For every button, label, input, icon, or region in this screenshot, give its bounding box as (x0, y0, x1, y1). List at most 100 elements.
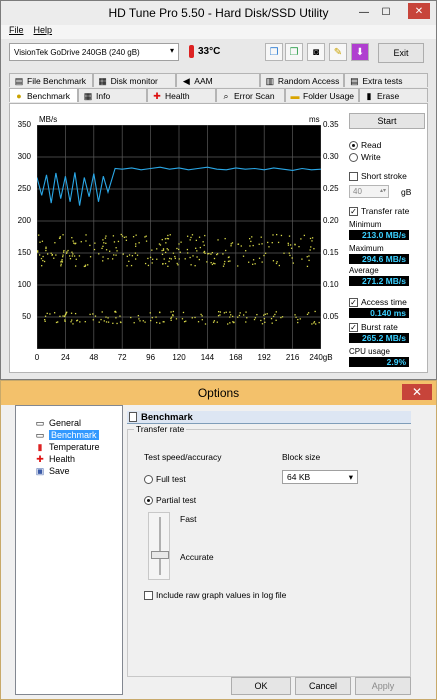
minimize-icon[interactable]: — (356, 5, 372, 19)
access-time-point (144, 236, 146, 238)
tab-extra-tests[interactable]: ▤ Extra tests (344, 73, 428, 87)
access-time-point (268, 246, 270, 248)
tree-item-save[interactable]: ▣ Save (34, 466, 70, 476)
menu-file[interactable]: File (9, 25, 24, 39)
partial-test-radio[interactable]: Partial test (144, 495, 196, 505)
access-time-point (62, 256, 64, 258)
slider-thumb[interactable] (151, 551, 169, 559)
tab-info[interactable]: ▦ Info (78, 88, 147, 102)
options-icon[interactable]: ✎ (329, 43, 347, 61)
access-time-point (41, 240, 44, 242)
y-tick-label: 150 (17, 248, 31, 257)
tab-random-access[interactable]: ▥ Random Access (259, 73, 345, 87)
full-test-radio[interactable]: Full test (144, 474, 186, 484)
access-time-point (190, 236, 192, 239)
tab-error-scan[interactable]: ⌕ Error Scan (216, 88, 285, 102)
access-time-point (264, 313, 266, 315)
short-stroke-checkbox[interactable]: Short stroke (349, 171, 407, 181)
accurate-label: Accurate (180, 552, 214, 562)
access-time-point (62, 254, 64, 256)
access-time-point (245, 250, 247, 252)
close-icon[interactable]: ✕ (408, 3, 430, 19)
access-time-point (71, 251, 73, 253)
ok-button[interactable]: OK (231, 677, 291, 695)
access-time-point (201, 315, 203, 317)
access-time-point (172, 310, 175, 313)
copy-info-icon[interactable]: ❐ (265, 43, 283, 61)
access-time-point (248, 261, 250, 263)
write-radio[interactable]: Write (349, 152, 381, 162)
access-time-point (278, 264, 281, 267)
tree-item-health[interactable]: ✚ Health (34, 454, 75, 464)
access-time-point (112, 322, 114, 324)
access-time-point (253, 318, 256, 321)
save-down-icon[interactable]: ⬇ (351, 43, 369, 61)
tab-folder-usage[interactable]: ▬ Folder Usage (285, 88, 360, 102)
access-time-point (228, 256, 230, 258)
page-icon: ▭ (35, 418, 45, 428)
access-time-point (162, 248, 165, 250)
tab-benchmark[interactable]: ● Benchmark (9, 88, 78, 102)
access-time-point (287, 242, 289, 245)
access-time-point (294, 243, 296, 245)
tree-item-general[interactable]: ▭ General (34, 418, 81, 428)
access-time-point (150, 319, 152, 322)
access-time-point (45, 246, 47, 248)
y-tick-label: 100 (17, 280, 31, 289)
tree-item-temperature[interactable]: ▮ Temperature (34, 442, 100, 452)
access-time-point (313, 248, 315, 250)
access-time-point (65, 252, 68, 254)
apply-button[interactable]: Apply (355, 677, 411, 695)
section-header: Benchmark (127, 411, 411, 424)
screenshot-camera-icon[interactable]: ◙ (307, 43, 325, 61)
exit-button[interactable]: Exit (378, 43, 424, 63)
tab-health[interactable]: ✚ Health (147, 88, 216, 102)
minimum-label: Minimum (349, 220, 382, 229)
temperature-indicator: 33°C (189, 45, 220, 58)
access-time-point (231, 242, 234, 244)
raw-values-checkbox[interactable]: Include raw graph values in log file (144, 590, 286, 600)
access-time-point (44, 318, 46, 321)
page-icon (129, 412, 137, 422)
access-time-point (313, 321, 316, 323)
drive-dropdown[interactable]: VisionTek GoDrive 240GB (240 gB) ▾ (9, 43, 179, 61)
x-tick-label: 24 (60, 353, 70, 362)
read-radio[interactable]: Read (349, 140, 381, 150)
access-time-point (189, 256, 191, 259)
x-tick-label: 72 (117, 353, 127, 362)
x-tick-label: 216 (285, 353, 300, 362)
access-time-point (311, 237, 314, 239)
block-size-dropdown[interactable]: 64 KB ▾ (282, 470, 358, 484)
access-time-point (107, 321, 110, 323)
access-time-point (69, 255, 71, 257)
speed-slider[interactable] (148, 512, 170, 580)
access-time-point (122, 253, 124, 255)
maximize-icon[interactable]: ☐ (378, 5, 394, 19)
cancel-button[interactable]: Cancel (295, 677, 351, 695)
tab-file-benchmark[interactable]: ▤ File Benchmark (9, 73, 93, 87)
tab-disk-monitor[interactable]: ▦ Disk monitor (92, 73, 177, 87)
access-time-point (53, 312, 56, 314)
close-icon[interactable]: ✕ (402, 384, 432, 400)
tab-erase[interactable]: ▮ Erase (359, 88, 429, 102)
menu-help[interactable]: Help (34, 25, 53, 39)
transfer-rate-checkbox[interactable]: ✓ Transfer rate (349, 206, 409, 216)
burst-rate-checkbox[interactable]: ✓ Burst rate (349, 322, 398, 332)
access-time-point (69, 257, 72, 260)
access-time-point (159, 322, 161, 324)
access-time-point (62, 315, 64, 317)
access-time-checkbox[interactable]: ✓ Access time (349, 297, 407, 307)
access-time-point (206, 261, 208, 263)
start-button[interactable]: Start (349, 113, 425, 129)
access-time-point (71, 319, 73, 321)
access-time-point (73, 255, 76, 257)
tab-aam[interactable]: ◀ AAM (176, 73, 260, 87)
copy-screen-icon[interactable]: ❐ (285, 43, 303, 61)
access-time-point (162, 321, 164, 323)
access-time-point (307, 312, 310, 314)
y2-tick-label: 0.30 (323, 152, 339, 161)
access-time-point (270, 317, 273, 320)
tree-item-benchmark[interactable]: ▭ Benchmark (34, 430, 99, 440)
short-stroke-spinner[interactable]: 40 ▴▾ (349, 185, 389, 198)
access-time-point (151, 249, 153, 251)
